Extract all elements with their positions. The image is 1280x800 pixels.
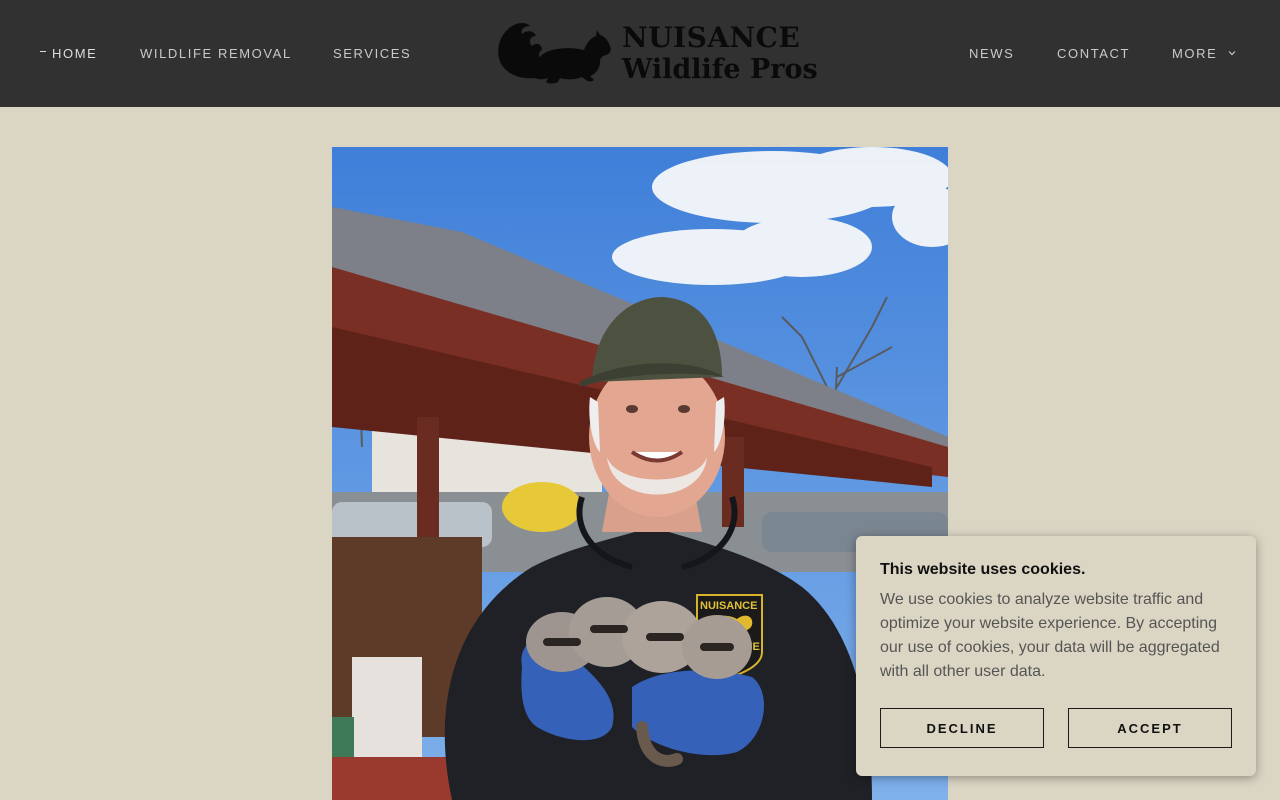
decline-button[interactable]: DECLINE (880, 708, 1044, 748)
squirrel-icon (498, 23, 611, 84)
patch-text-line1: NUISANCE (700, 600, 757, 612)
nav-services[interactable]: SERVICES (333, 46, 411, 61)
nav-more-label: MORE (1172, 46, 1218, 61)
nav-news[interactable]: NEWS (969, 46, 1014, 61)
site-logo[interactable]: NUISANCE Wildlife Pros (496, 18, 818, 88)
chevron-down-icon (1228, 51, 1236, 56)
nav-contact[interactable]: CONTACT (1057, 46, 1130, 61)
accept-button[interactable]: ACCEPT (1068, 708, 1232, 748)
nav-wildlife-removal[interactable]: WILDLIFE REMOVAL (140, 46, 292, 61)
nav-home-label: HOME (52, 46, 98, 61)
nav-home[interactable]: HOME (40, 46, 97, 61)
active-indicator (40, 51, 46, 53)
nav-more[interactable]: MORE (1172, 46, 1237, 61)
cookie-banner: This website uses cookies. We use cookie… (856, 536, 1256, 776)
logo-title: NUISANCE (622, 21, 801, 54)
site-header: HOME WILDLIFE REMOVAL SERVICES NUISANCE … (0, 0, 1280, 107)
cookie-title: This website uses cookies. (880, 561, 1086, 578)
cookie-message: We use cookies to analyze website traffi… (880, 591, 1220, 680)
logo-subtitle: Wildlife Pros (622, 54, 818, 85)
